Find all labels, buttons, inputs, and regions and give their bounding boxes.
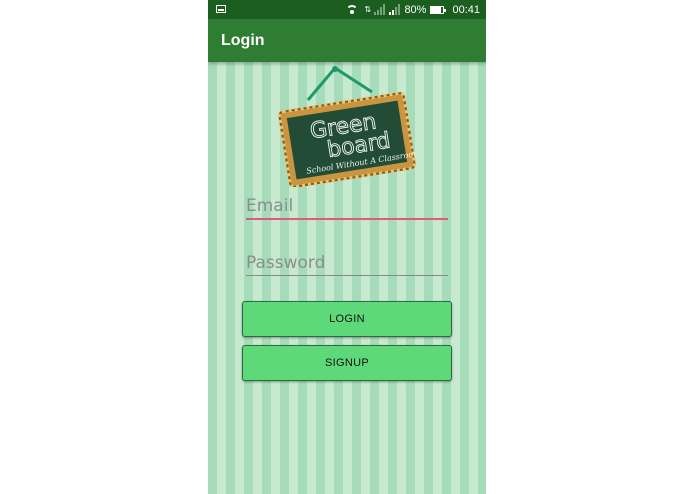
clock: 00:41 — [452, 3, 480, 16]
email-field[interactable] — [246, 196, 448, 220]
status-bar: ⇅ 80% 00:41 — [208, 0, 486, 19]
data-arrows-icon: ⇅ — [364, 4, 372, 14]
battery-percent: 80% — [404, 3, 427, 16]
status-icons: ⇅ 80% 00:41 — [346, 0, 480, 19]
email-underline — [246, 218, 448, 220]
battery-icon — [430, 5, 447, 14]
signal-icon-2 — [389, 4, 401, 15]
signup-button[interactable]: SIGNUP — [242, 345, 452, 381]
page-title: Login — [221, 32, 265, 49]
gallery-notification-icon — [216, 5, 226, 13]
login-button[interactable]: LOGIN — [242, 301, 452, 337]
phone-screen: ⇅ 80% 00:41 Login Green board School Wit… — [208, 0, 486, 494]
app-bar: Login — [208, 19, 486, 62]
email-input[interactable] — [246, 196, 448, 218]
wifi-icon — [346, 4, 360, 15]
password-underline — [246, 275, 448, 276]
password-input[interactable] — [246, 253, 448, 275]
greenboard-logo: Green board School Without A Classroom — [278, 66, 416, 187]
signal-icon — [374, 4, 386, 15]
password-field[interactable] — [246, 253, 448, 276]
